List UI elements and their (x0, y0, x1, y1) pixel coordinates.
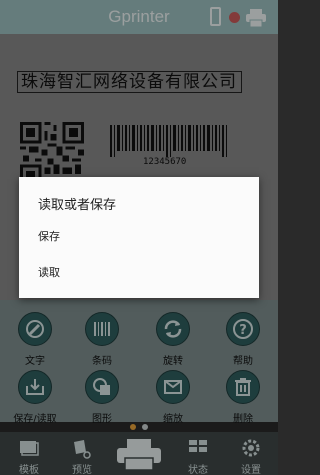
dialog-option-load[interactable]: 读取 (19, 256, 259, 290)
dialog-title: 读取或者保存 (38, 198, 117, 213)
app-root: Gprinter 珠海智汇网络设备有限公司 12345670 文字 条码 旋转 … (0, 0, 278, 475)
dialog-option-save[interactable]: 保存 (19, 220, 259, 254)
save-load-dialog: 读取或者保存 保存 读取 (19, 177, 259, 298)
